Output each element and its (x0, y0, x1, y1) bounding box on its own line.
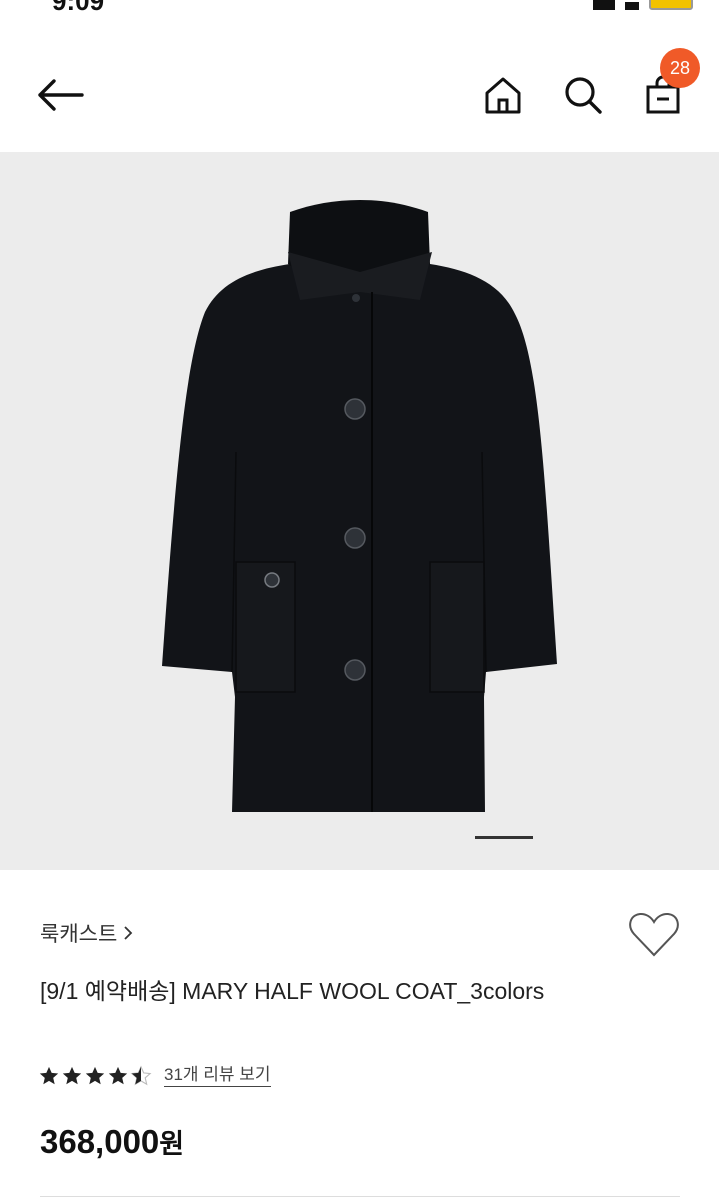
home-button[interactable] (478, 70, 528, 120)
star-icon (62, 1066, 82, 1084)
rating-row: 31개 리뷰 보기 (38, 1064, 271, 1087)
status-time: 9:09 (52, 0, 104, 14)
carousel-indicator (475, 836, 533, 839)
star-rating (38, 1064, 152, 1087)
heart-icon (629, 912, 679, 957)
brand-link[interactable]: 룩캐스트 (40, 918, 133, 948)
arrow-left-icon (38, 79, 84, 111)
price-value: 368,000 (40, 1123, 160, 1160)
home-icon (485, 77, 521, 114)
product-title: [9/1 예약배송] MARY HALF WOOL COAT_3colors (40, 978, 545, 1004)
review-link[interactable]: 31개 리뷰 보기 (164, 1064, 271, 1087)
coat-image (162, 200, 557, 812)
wishlist-button[interactable] (627, 910, 681, 960)
battery-icon (649, 0, 693, 10)
product-image[interactable] (0, 152, 719, 870)
status-icons (593, 0, 693, 10)
product-price: 368,000원 (40, 1122, 184, 1161)
top-navigation-bar: 28 (0, 40, 719, 150)
star-icon (108, 1066, 128, 1084)
price-unit: 원 (159, 1129, 185, 1159)
wifi-icon (625, 2, 639, 10)
star-icon (85, 1066, 105, 1084)
search-icon (565, 77, 602, 114)
status-bar: 9:09 (0, 0, 719, 14)
cart-count-badge: 28 (660, 48, 700, 88)
signal-icon (593, 0, 615, 10)
chevron-right-icon (124, 926, 133, 940)
star-icon (39, 1066, 59, 1084)
half-star-icon (130, 1064, 152, 1085)
search-button[interactable] (558, 70, 608, 120)
back-button[interactable] (30, 70, 90, 120)
divider (40, 1196, 680, 1197)
brand-name: 룩캐스트 (40, 923, 118, 946)
